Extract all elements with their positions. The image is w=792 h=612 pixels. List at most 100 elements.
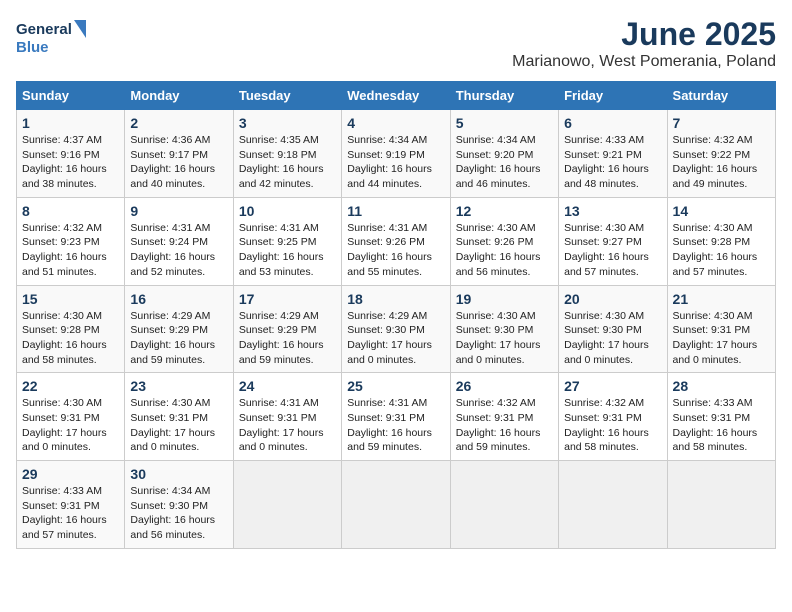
day-number: 15 — [22, 291, 119, 307]
day-number: 2 — [130, 115, 227, 131]
day-number: 5 — [456, 115, 553, 131]
day-number: 10 — [239, 203, 336, 219]
day-info: Sunrise: 4:34 AMSunset: 9:20 PMDaylight:… — [456, 134, 541, 190]
calendar-cell — [233, 461, 341, 549]
day-number: 28 — [673, 378, 770, 394]
calendar-cell: 4 Sunrise: 4:34 AMSunset: 9:19 PMDayligh… — [342, 110, 450, 198]
day-number: 14 — [673, 203, 770, 219]
day-info: Sunrise: 4:30 AMSunset: 9:28 PMDaylight:… — [22, 310, 107, 366]
calendar-cell: 5 Sunrise: 4:34 AMSunset: 9:20 PMDayligh… — [450, 110, 558, 198]
day-info: Sunrise: 4:30 AMSunset: 9:26 PMDaylight:… — [456, 222, 541, 278]
calendar-week-row: 15 Sunrise: 4:30 AMSunset: 9:28 PMDaylig… — [17, 285, 776, 373]
day-number: 27 — [564, 378, 661, 394]
weekday-header: Thursday — [450, 82, 558, 110]
calendar-cell: 21 Sunrise: 4:30 AMSunset: 9:31 PMDaylig… — [667, 285, 775, 373]
calendar-cell — [667, 461, 775, 549]
logo-svg: General Blue — [16, 16, 86, 60]
calendar-cell: 6 Sunrise: 4:33 AMSunset: 9:21 PMDayligh… — [559, 110, 667, 198]
day-info: Sunrise: 4:37 AMSunset: 9:16 PMDaylight:… — [22, 134, 107, 190]
calendar-cell: 13 Sunrise: 4:30 AMSunset: 9:27 PMDaylig… — [559, 197, 667, 285]
calendar-cell: 29 Sunrise: 4:33 AMSunset: 9:31 PMDaylig… — [17, 461, 125, 549]
day-number: 23 — [130, 378, 227, 394]
day-number: 21 — [673, 291, 770, 307]
title-area: June 2025 Marianowo, West Pomerania, Pol… — [512, 16, 776, 71]
day-info: Sunrise: 4:33 AMSunset: 9:21 PMDaylight:… — [564, 134, 649, 190]
day-info: Sunrise: 4:31 AMSunset: 9:31 PMDaylight:… — [347, 397, 432, 453]
day-number: 6 — [564, 115, 661, 131]
day-info: Sunrise: 4:33 AMSunset: 9:31 PMDaylight:… — [22, 485, 107, 541]
calendar-cell — [450, 461, 558, 549]
calendar-cell: 22 Sunrise: 4:30 AMSunset: 9:31 PMDaylig… — [17, 373, 125, 461]
calendar-cell: 1 Sunrise: 4:37 AMSunset: 9:16 PMDayligh… — [17, 110, 125, 198]
day-info: Sunrise: 4:30 AMSunset: 9:30 PMDaylight:… — [564, 310, 649, 366]
calendar-cell: 2 Sunrise: 4:36 AMSunset: 9:17 PMDayligh… — [125, 110, 233, 198]
day-info: Sunrise: 4:30 AMSunset: 9:28 PMDaylight:… — [673, 222, 758, 278]
weekday-header: Tuesday — [233, 82, 341, 110]
subtitle: Marianowo, West Pomerania, Poland — [512, 53, 776, 71]
day-info: Sunrise: 4:31 AMSunset: 9:24 PMDaylight:… — [130, 222, 215, 278]
day-info: Sunrise: 4:34 AMSunset: 9:30 PMDaylight:… — [130, 485, 215, 541]
main-title: June 2025 — [512, 16, 776, 53]
weekday-header-row: SundayMondayTuesdayWednesdayThursdayFrid… — [17, 82, 776, 110]
svg-text:General: General — [16, 21, 72, 38]
day-info: Sunrise: 4:36 AMSunset: 9:17 PMDaylight:… — [130, 134, 215, 190]
day-number: 7 — [673, 115, 770, 131]
calendar-cell: 19 Sunrise: 4:30 AMSunset: 9:30 PMDaylig… — [450, 285, 558, 373]
day-info: Sunrise: 4:31 AMSunset: 9:26 PMDaylight:… — [347, 222, 432, 278]
day-number: 18 — [347, 291, 444, 307]
calendar-table: SundayMondayTuesdayWednesdayThursdayFrid… — [16, 81, 776, 549]
calendar-week-row: 22 Sunrise: 4:30 AMSunset: 9:31 PMDaylig… — [17, 373, 776, 461]
day-number: 4 — [347, 115, 444, 131]
day-info: Sunrise: 4:30 AMSunset: 9:31 PMDaylight:… — [673, 310, 758, 366]
calendar-cell: 7 Sunrise: 4:32 AMSunset: 9:22 PMDayligh… — [667, 110, 775, 198]
day-info: Sunrise: 4:32 AMSunset: 9:31 PMDaylight:… — [456, 397, 541, 453]
day-number: 26 — [456, 378, 553, 394]
day-number: 30 — [130, 466, 227, 482]
calendar-cell: 26 Sunrise: 4:32 AMSunset: 9:31 PMDaylig… — [450, 373, 558, 461]
day-number: 17 — [239, 291, 336, 307]
calendar-cell: 3 Sunrise: 4:35 AMSunset: 9:18 PMDayligh… — [233, 110, 341, 198]
calendar-cell: 30 Sunrise: 4:34 AMSunset: 9:30 PMDaylig… — [125, 461, 233, 549]
calendar-cell — [559, 461, 667, 549]
weekday-header: Friday — [559, 82, 667, 110]
day-info: Sunrise: 4:33 AMSunset: 9:31 PMDaylight:… — [673, 397, 758, 453]
calendar-cell: 25 Sunrise: 4:31 AMSunset: 9:31 PMDaylig… — [342, 373, 450, 461]
day-info: Sunrise: 4:32 AMSunset: 9:23 PMDaylight:… — [22, 222, 107, 278]
calendar-cell: 8 Sunrise: 4:32 AMSunset: 9:23 PMDayligh… — [17, 197, 125, 285]
day-info: Sunrise: 4:31 AMSunset: 9:31 PMDaylight:… — [239, 397, 324, 453]
day-info: Sunrise: 4:32 AMSunset: 9:22 PMDaylight:… — [673, 134, 758, 190]
day-info: Sunrise: 4:29 AMSunset: 9:29 PMDaylight:… — [130, 310, 215, 366]
day-info: Sunrise: 4:29 AMSunset: 9:30 PMDaylight:… — [347, 310, 432, 366]
header: General Blue June 2025 Marianowo, West P… — [16, 16, 776, 71]
calendar-week-row: 1 Sunrise: 4:37 AMSunset: 9:16 PMDayligh… — [17, 110, 776, 198]
calendar-cell: 12 Sunrise: 4:30 AMSunset: 9:26 PMDaylig… — [450, 197, 558, 285]
calendar-cell: 28 Sunrise: 4:33 AMSunset: 9:31 PMDaylig… — [667, 373, 775, 461]
calendar-week-row: 29 Sunrise: 4:33 AMSunset: 9:31 PMDaylig… — [17, 461, 776, 549]
calendar-cell: 23 Sunrise: 4:30 AMSunset: 9:31 PMDaylig… — [125, 373, 233, 461]
calendar-cell: 20 Sunrise: 4:30 AMSunset: 9:30 PMDaylig… — [559, 285, 667, 373]
day-number: 19 — [456, 291, 553, 307]
weekday-header: Saturday — [667, 82, 775, 110]
day-info: Sunrise: 4:35 AMSunset: 9:18 PMDaylight:… — [239, 134, 324, 190]
day-info: Sunrise: 4:30 AMSunset: 9:30 PMDaylight:… — [456, 310, 541, 366]
day-number: 8 — [22, 203, 119, 219]
day-number: 24 — [239, 378, 336, 394]
day-number: 12 — [456, 203, 553, 219]
day-info: Sunrise: 4:30 AMSunset: 9:31 PMDaylight:… — [22, 397, 107, 453]
calendar-cell: 27 Sunrise: 4:32 AMSunset: 9:31 PMDaylig… — [559, 373, 667, 461]
calendar-cell: 24 Sunrise: 4:31 AMSunset: 9:31 PMDaylig… — [233, 373, 341, 461]
day-number: 25 — [347, 378, 444, 394]
calendar-cell: 9 Sunrise: 4:31 AMSunset: 9:24 PMDayligh… — [125, 197, 233, 285]
day-number: 3 — [239, 115, 336, 131]
calendar-week-row: 8 Sunrise: 4:32 AMSunset: 9:23 PMDayligh… — [17, 197, 776, 285]
weekday-header: Sunday — [17, 82, 125, 110]
day-number: 13 — [564, 203, 661, 219]
svg-text:Blue: Blue — [16, 39, 49, 56]
calendar-cell: 10 Sunrise: 4:31 AMSunset: 9:25 PMDaylig… — [233, 197, 341, 285]
weekday-header: Wednesday — [342, 82, 450, 110]
day-info: Sunrise: 4:30 AMSunset: 9:31 PMDaylight:… — [130, 397, 215, 453]
day-info: Sunrise: 4:30 AMSunset: 9:27 PMDaylight:… — [564, 222, 649, 278]
calendar-cell: 14 Sunrise: 4:30 AMSunset: 9:28 PMDaylig… — [667, 197, 775, 285]
day-info: Sunrise: 4:29 AMSunset: 9:29 PMDaylight:… — [239, 310, 324, 366]
day-number: 22 — [22, 378, 119, 394]
